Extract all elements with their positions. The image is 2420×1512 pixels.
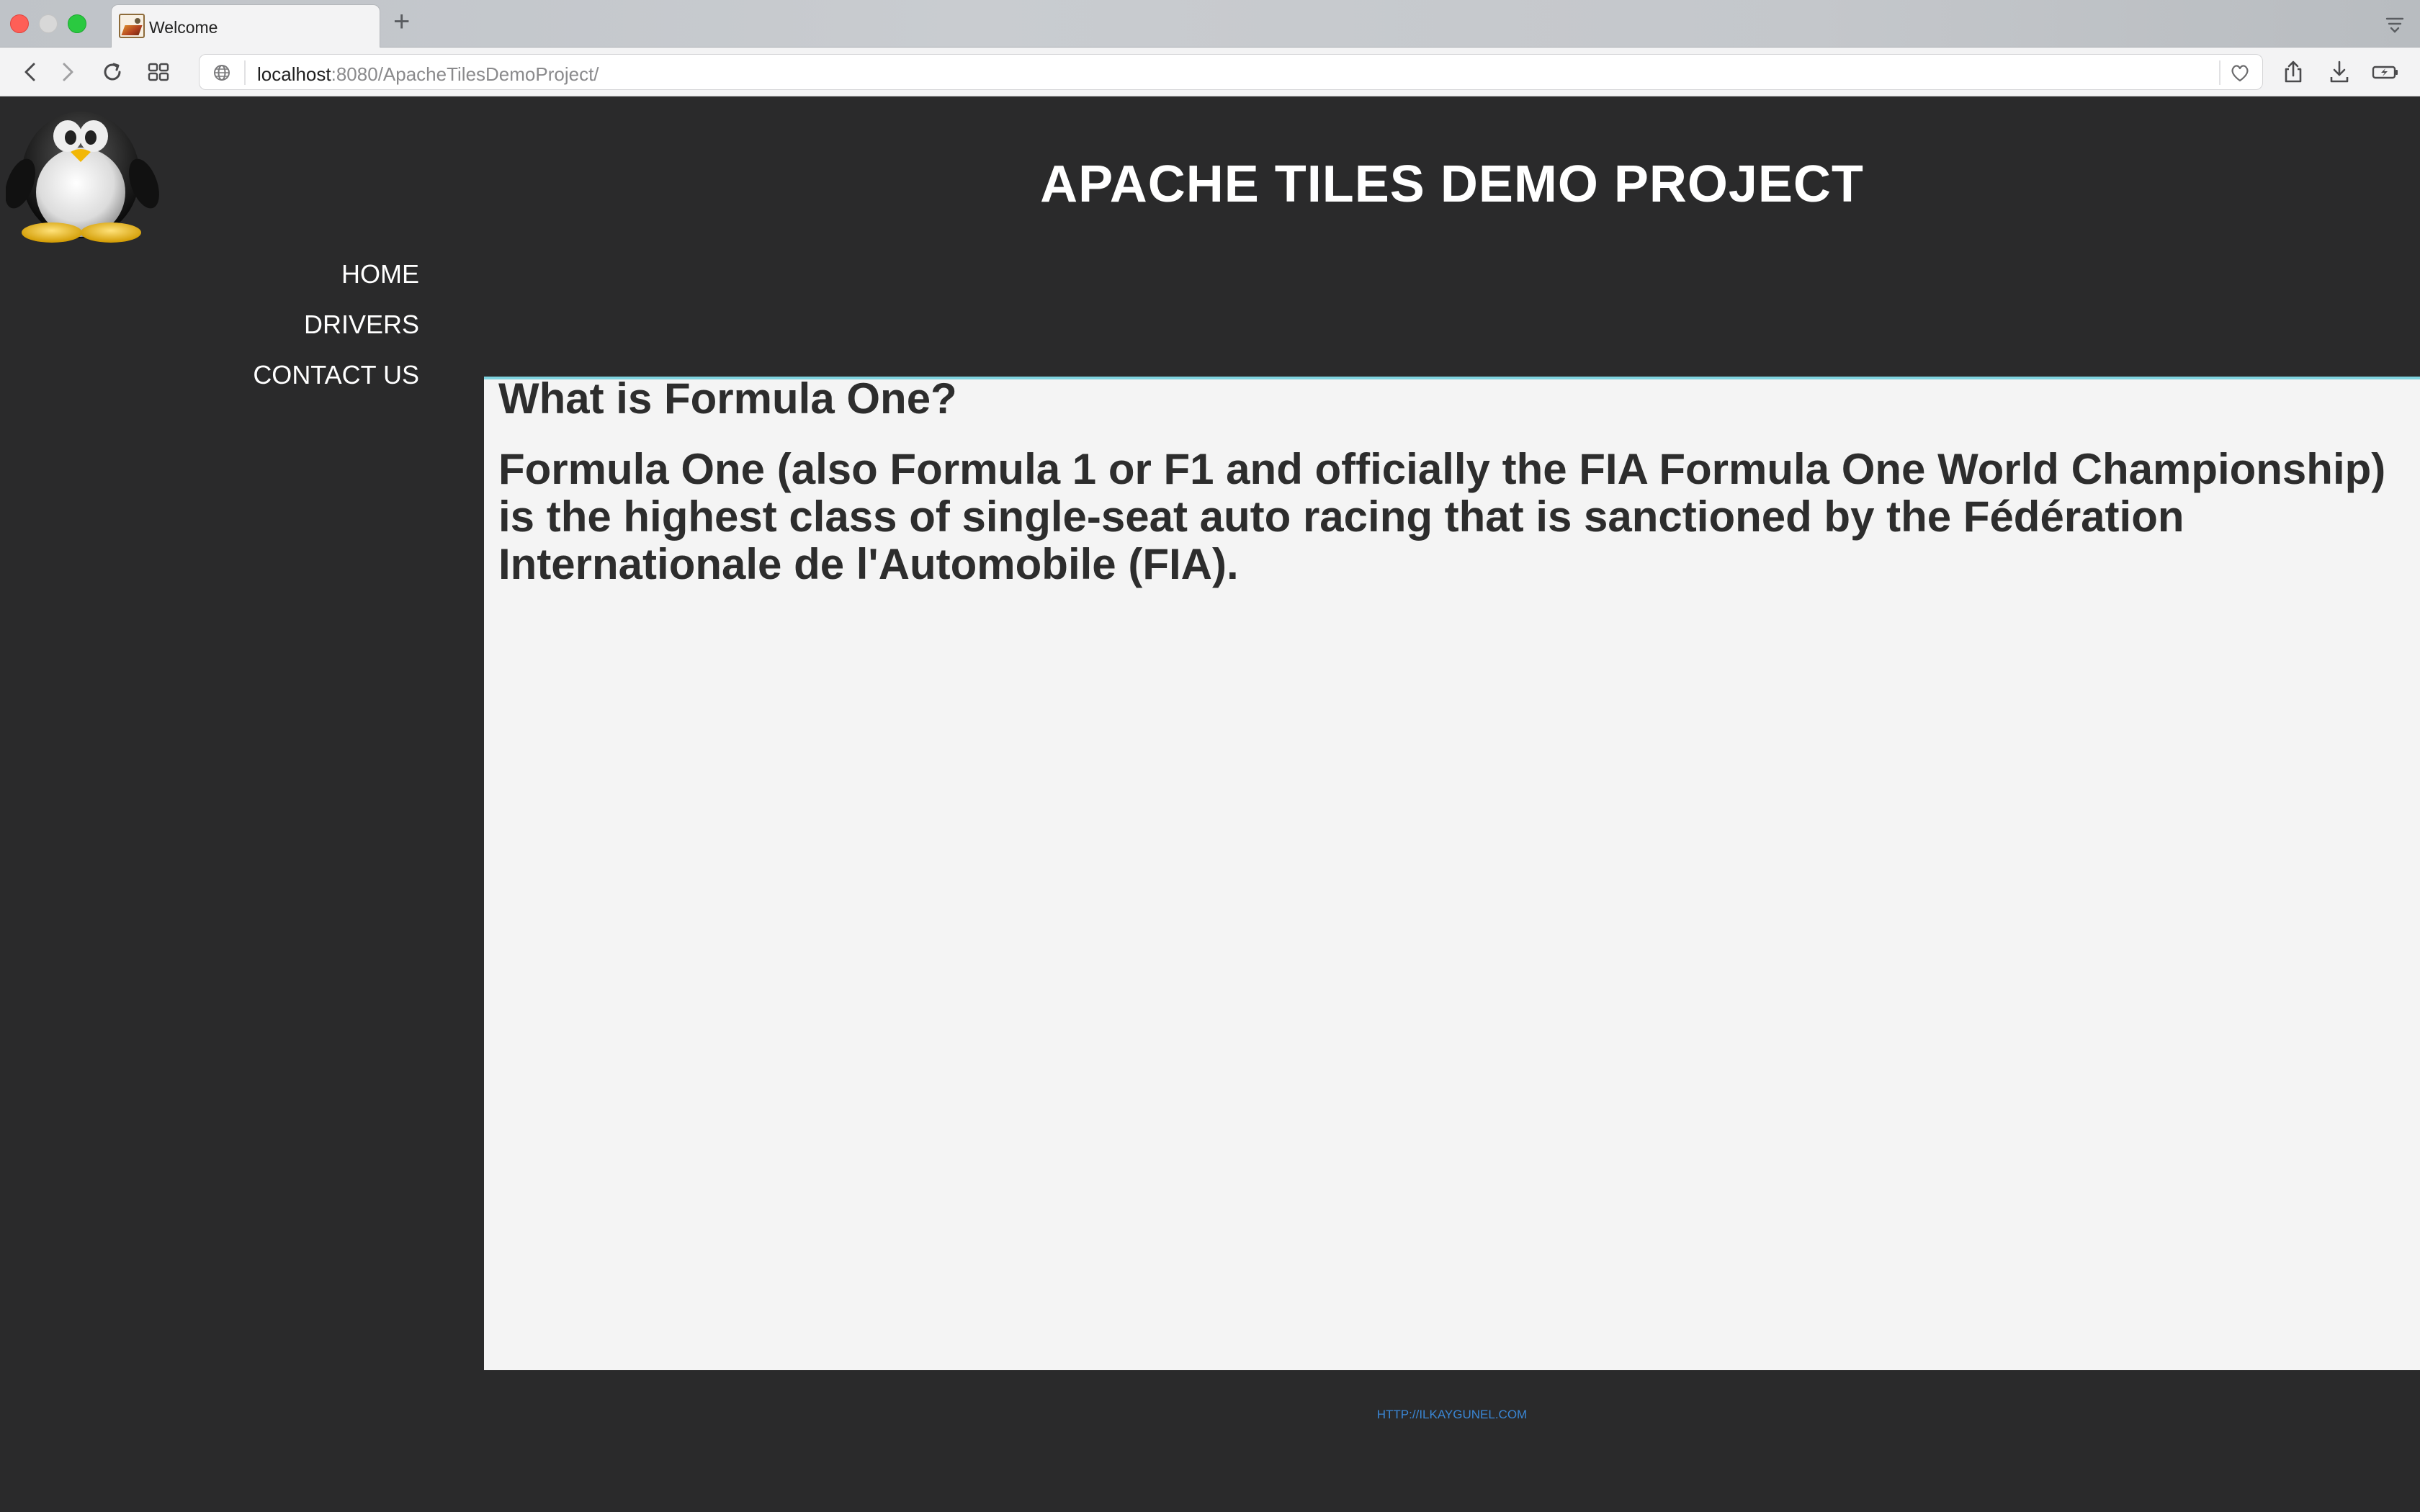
browser-toolbar: localhost:8080/ApacheTilesDemoProject/ [0, 48, 2420, 96]
nav-home-link[interactable]: HOME [253, 261, 419, 287]
nav-drivers-link[interactable]: DRIVERS [253, 312, 419, 338]
nav-contact-us-link[interactable]: CONTACT US [253, 362, 419, 388]
url-text[interactable]: localhost:8080/ApacheTilesDemoProject/ [257, 63, 599, 86]
web-page: HOME DRIVERS CONTACT US APACHE TILES DEM… [0, 97, 2420, 1512]
new-tab-button[interactable]: + [393, 6, 410, 37]
chevron-left-icon [24, 63, 35, 81]
page-header: APACHE TILES DEMO PROJECT [484, 97, 2420, 377]
page-footer: HTTP://ILKAYGUNEL.COM [484, 1370, 2420, 1512]
close-window-button[interactable] [10, 14, 29, 33]
download-button[interactable] [2325, 58, 2354, 86]
page-title: APACHE TILES DEMO PROJECT [1040, 156, 1864, 213]
heart-icon[interactable] [2229, 62, 2251, 84]
download-icon [2330, 60, 2349, 83]
battery-icon [2372, 66, 2398, 79]
content-paragraph: Formula One (also Formula 1 or F1 and of… [498, 445, 2386, 588]
main-content: What is Formula One? Formula One (also F… [484, 374, 2420, 1370]
reload-button[interactable] [98, 58, 127, 86]
browser-tab-welcome[interactable]: Welcome [111, 4, 380, 48]
footer-link[interactable]: HTTP://ILKAYGUNEL.COM [484, 1408, 2420, 1422]
penguin-logo-icon [6, 112, 159, 243]
favicon-icon [119, 14, 145, 38]
share-button[interactable] [2279, 58, 2308, 86]
url-separator [2219, 60, 2220, 85]
chevron-right-icon [63, 63, 73, 81]
browser-tab-bar: Welcome + [0, 0, 2420, 48]
grid-icon [148, 63, 169, 81]
url-divider [244, 60, 246, 85]
url-host: localhost [257, 63, 331, 85]
sidebar: HOME DRIVERS CONTACT US [0, 97, 484, 1512]
minimize-window-button[interactable] [39, 14, 58, 33]
content-heading: What is Formula One? [498, 374, 957, 423]
back-button[interactable] [16, 58, 45, 86]
reload-icon [104, 63, 121, 81]
main-nav: HOME DRIVERS CONTACT US [253, 261, 419, 413]
address-bar[interactable]: localhost:8080/ApacheTilesDemoProject/ [199, 54, 2263, 90]
share-icon [2285, 60, 2302, 83]
forward-button[interactable] [53, 58, 82, 86]
globe-icon [214, 65, 230, 81]
tab-title: Welcome [149, 18, 218, 37]
maximize-window-button[interactable] [68, 14, 86, 33]
battery-button[interactable] [2371, 58, 2400, 86]
tab-list-icon[interactable] [2384, 13, 2406, 35]
tabs-overview-button[interactable] [144, 58, 173, 86]
url-path: :8080/ApacheTilesDemoProject/ [331, 63, 599, 85]
